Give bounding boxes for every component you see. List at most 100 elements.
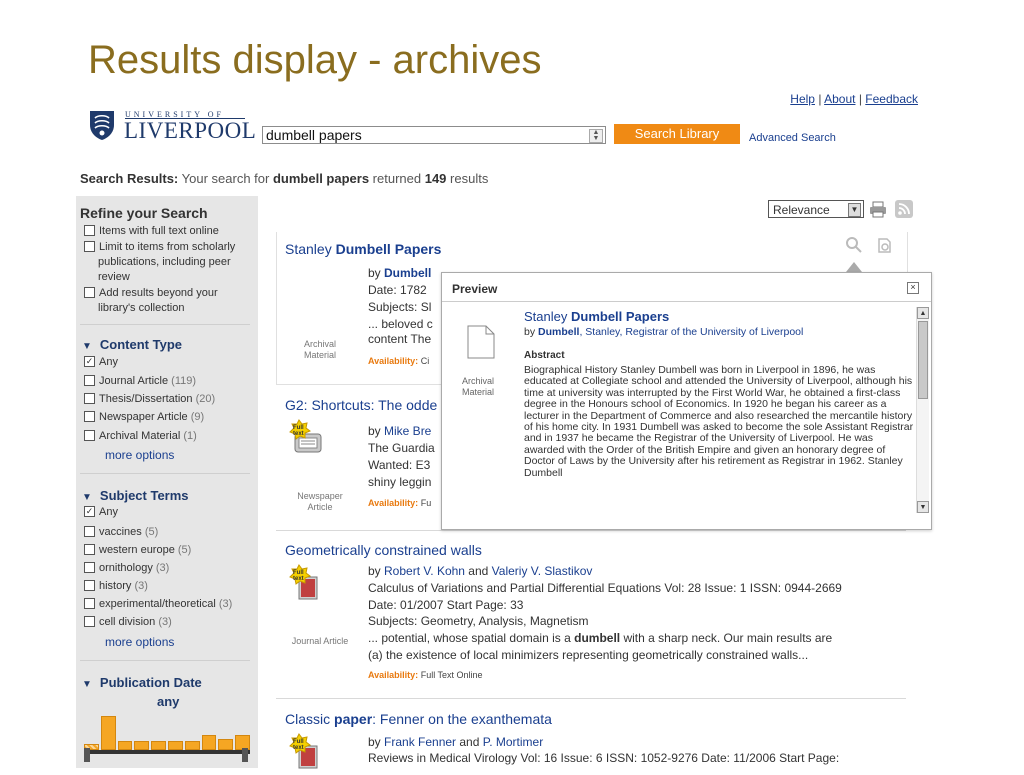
date-histogram[interactable] [84, 712, 250, 754]
checkbox[interactable] [84, 543, 95, 555]
content-type-any[interactable]: ✓ Any [84, 355, 118, 368]
checkbox[interactable] [84, 224, 95, 236]
date-slider-handle-left[interactable] [84, 748, 90, 762]
content-type-heading[interactable]: ▼ Content Type [82, 337, 182, 352]
by-label: by [368, 564, 385, 578]
university-logo[interactable]: UNIVERSITY OF LIVERPOOL [88, 107, 256, 147]
filter-scholarly[interactable]: Limit to items from scholarly [84, 240, 235, 253]
checkbox[interactable] [84, 240, 95, 252]
checkbox-checked[interactable]: ✓ [84, 355, 95, 367]
search-input[interactable]: dumbell papers ▲ ▼ [262, 126, 606, 144]
availability-value[interactable]: Ci [421, 356, 430, 366]
checkbox[interactable] [84, 392, 95, 404]
summary-query: dumbell papers [272, 171, 370, 186]
save-record-icon[interactable] [874, 236, 894, 256]
filter-label-cont: library's collection [98, 302, 185, 314]
publication-date-heading[interactable]: ▼ Publication Date [82, 675, 202, 690]
top-links: Help | About | Feedback [790, 92, 918, 106]
result-title[interactable]: Classic paper: Fenner on the exanthemata [285, 711, 552, 727]
print-icon[interactable] [869, 201, 887, 218]
scroll-down-icon[interactable]: ▼ [917, 501, 929, 513]
checkbox-checked[interactable]: ✓ [84, 505, 95, 517]
author-link[interactable]: Frank Fenner [384, 735, 456, 749]
subject-experimental[interactable]: experimental/theoretical (3) [84, 597, 232, 610]
rss-icon[interactable] [895, 200, 913, 218]
histogram-bar[interactable] [184, 740, 200, 750]
histogram-bar[interactable] [201, 734, 217, 750]
histogram-bar[interactable] [100, 715, 116, 750]
scroll-thumb[interactable] [918, 321, 928, 399]
histogram-bar[interactable] [117, 740, 133, 750]
filter-label-cont: publications, including peer [98, 256, 231, 268]
subject-terms-heading[interactable]: ▼ Subject Terms [82, 488, 189, 503]
content-type-newspaper[interactable]: Newspaper Article (9) [84, 410, 204, 423]
result-title[interactable]: Stanley Dumbell Papers [285, 241, 441, 257]
facet-label: Any [99, 506, 118, 518]
content-type-archival[interactable]: Archival Material (1) [84, 429, 197, 442]
subject-more-options[interactable]: more options [105, 635, 174, 649]
availability-value[interactable]: Fu [421, 498, 432, 508]
facet-count: (20) [195, 393, 216, 405]
preview-divider [442, 301, 931, 302]
chevron-down-icon[interactable]: ▼ [848, 203, 861, 217]
result-snippet: shiny leggin [368, 475, 432, 489]
about-link[interactable]: About [824, 92, 855, 106]
result-snippet: ... beloved c [368, 317, 433, 331]
subject-any[interactable]: ✓ Any [84, 505, 118, 518]
link-separator: | [818, 92, 822, 106]
result-divider [276, 698, 906, 699]
close-icon[interactable]: × [907, 282, 919, 294]
divider [80, 660, 250, 661]
checkbox[interactable] [84, 286, 95, 298]
subject-vaccines[interactable]: vaccines (5) [84, 525, 158, 538]
content-type-thesis[interactable]: Thesis/Dissertation (20) [84, 392, 216, 405]
checkbox[interactable] [84, 410, 95, 422]
subject-cell-division[interactable]: cell division (3) [84, 615, 172, 628]
magnifier-icon[interactable] [844, 235, 864, 255]
checkbox[interactable] [84, 561, 95, 573]
checkbox[interactable] [84, 579, 95, 591]
result-divider [276, 530, 906, 531]
histogram-bar[interactable] [151, 740, 166, 750]
author-link[interactable]: Mike Bre [384, 424, 431, 438]
scroll-up-icon[interactable]: ▲ [917, 307, 929, 319]
full-text-badge: Full text [293, 739, 304, 751]
filter-full-text[interactable]: Items with full text online [84, 224, 219, 237]
filter-beyond-collection[interactable]: Add results beyond your [84, 286, 218, 299]
preview-scrollbar[interactable]: ▲ ▼ [916, 307, 929, 513]
preview-pointer [846, 262, 862, 272]
facet-count: (3) [155, 562, 170, 574]
result-title[interactable]: Geometrically constrained walls [285, 542, 482, 558]
author-link[interactable]: Dumbell [538, 326, 579, 338]
histogram-bar[interactable] [168, 740, 183, 750]
content-type-more-options[interactable]: more options [105, 448, 174, 462]
date-slider-handle-right[interactable] [242, 748, 248, 762]
subject-ornithology[interactable]: ornithology (3) [84, 561, 170, 574]
checkbox[interactable] [84, 525, 95, 537]
subject-history[interactable]: history (3) [84, 579, 148, 592]
author-link[interactable]: Robert V. Kohn [384, 564, 465, 578]
author-link[interactable]: Dumbell [384, 266, 431, 280]
result-snippet: Wanted: E3 [368, 458, 431, 472]
checkbox[interactable] [84, 597, 95, 609]
content-type-journal[interactable]: Journal Article (119) [84, 374, 196, 387]
histogram-bar[interactable] [134, 740, 150, 750]
advanced-search-link[interactable]: Advanced Search [749, 132, 836, 144]
checkbox[interactable] [84, 374, 95, 386]
sort-select[interactable]: Relevance ▼ [768, 200, 864, 218]
help-link[interactable]: Help [790, 92, 815, 106]
histogram-bar[interactable] [218, 738, 234, 750]
date-slider-track[interactable] [84, 750, 250, 754]
result-title[interactable]: G2: Shortcuts: The odde [285, 397, 437, 413]
availability-value[interactable]: Full Text Online [421, 670, 483, 680]
stepper-icon[interactable]: ▲ ▼ [589, 129, 603, 143]
checkbox[interactable] [84, 615, 95, 627]
subject-western-europe[interactable]: western europe (5) [84, 543, 191, 556]
author-rest[interactable]: , Stanley, Registrar of the University o… [579, 326, 803, 338]
checkbox[interactable] [84, 429, 95, 441]
author-link[interactable]: P. Mortimer [483, 735, 543, 749]
author-link[interactable]: Valeriy V. Slastikov [492, 564, 593, 578]
preview-item-title[interactable]: Stanley Dumbell Papers [524, 309, 669, 324]
search-library-button[interactable]: Search Library [614, 124, 740, 144]
feedback-link[interactable]: Feedback [865, 92, 918, 106]
